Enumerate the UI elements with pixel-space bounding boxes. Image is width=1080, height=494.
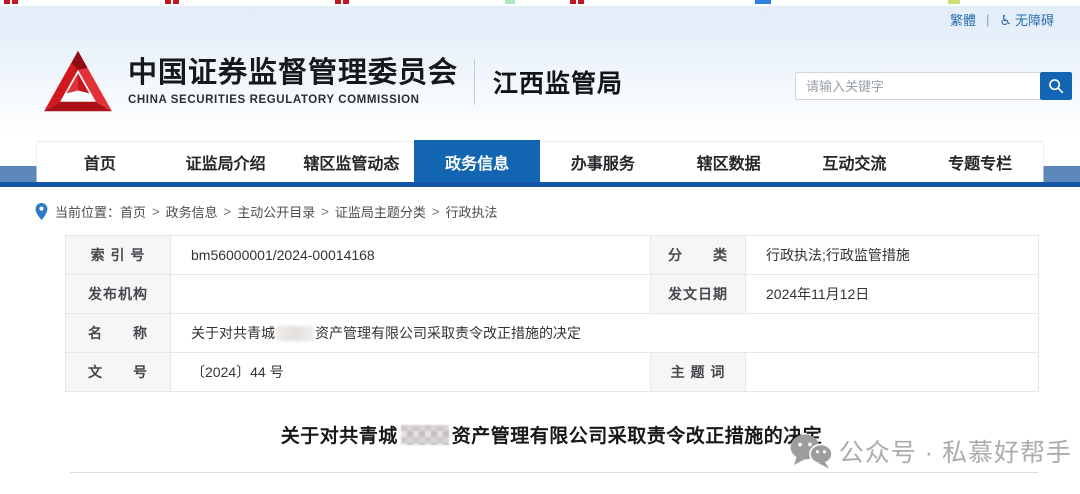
tab-favicon-artifact (335, 0, 341, 4)
breadcrumb-open-directory[interactable]: 主动公开目录 (237, 202, 315, 221)
table-row: 名 称 关于对共青城 资产管理有限公司采取责令改正措施的决定 (65, 313, 1039, 353)
csrc-jiangxi-page: { "top_bar": { "traditional": "繁體", "sep… (0, 0, 1080, 494)
document-number-label: 文 号 (65, 352, 171, 392)
breadcrumb-topic-category[interactable]: 证监局主题分类 (335, 202, 426, 221)
search-icon (1049, 79, 1064, 94)
content-divider (70, 472, 1038, 473)
wheelchair-icon: ♿ (999, 11, 1012, 28)
redaction-blur (276, 326, 314, 341)
issue-date-value: 2024年11月12日 (745, 274, 1039, 314)
breadcrumb-separator: > (431, 203, 440, 219)
redaction-mosaic (400, 425, 449, 445)
main-navigation: 首页 证监局介绍 辖区监管动态 政务信息 办事服务 辖区数据 互动交流 专题专栏 (0, 140, 1080, 187)
nav-item-special-topics[interactable]: 专题专栏 (917, 142, 1043, 182)
org-title-block: 中国证券监督管理委员会 CHINA SECURITIES REGULATORY … (128, 56, 459, 107)
breadcrumb-separator: > (223, 203, 232, 219)
document-name-value: 关于对共青城 资产管理有限公司采取责令改正措施的决定 (170, 313, 1039, 353)
breadcrumb-admin-enforcement[interactable]: 行政执法 (445, 202, 497, 221)
tab-favicon-artifact (505, 0, 515, 4)
issuing-agency-value (170, 274, 651, 314)
traditional-chinese-link[interactable]: 繁體 (950, 10, 976, 29)
index-number-value: bm56000001/2024-00014168 (170, 235, 651, 275)
breadcrumb: 当前位置： 首页 > 政务信息 > 主动公开目录 > 证监局主题分类 > 行政执… (0, 187, 1080, 235)
tab-favicon-artifact (570, 0, 576, 4)
utility-divider: | (986, 11, 990, 27)
search-box (795, 72, 1072, 100)
nav-item-bureau-intro[interactable]: 证监局介绍 (163, 142, 289, 182)
nav-item-home[interactable]: 首页 (37, 142, 163, 182)
category-label: 分 类 (650, 235, 746, 275)
document-name-label: 名 称 (65, 313, 171, 353)
article-title: 关于对共青城 资产管理有限公司采取责令改正措施的决定 (280, 425, 823, 447)
category-value: 行政执法;行政监管措施 (745, 235, 1039, 275)
utility-bar: 繁體 | ♿ 无障碍 (0, 6, 1080, 32)
article-body: 关于对共青城 资产管理有限公司采取责令改正措施的决定 (65, 421, 1038, 448)
breadcrumb-prefix: 当前位置： (55, 204, 121, 220)
header-divider (474, 59, 476, 105)
document-number-value: 〔2024〕44 号 (170, 352, 651, 392)
accessibility-link[interactable]: ♿ 无障碍 (999, 10, 1054, 29)
breadcrumb-separator: > (152, 203, 160, 219)
site-header: 繁體 | ♿ 无障碍 中国证券监督管理委员会 CHINA SECURITIES R… (0, 6, 1080, 140)
issue-date-label: 发文日期 (650, 274, 746, 314)
bureau-name: 江西监管局 (493, 70, 624, 98)
tab-favicon-artifact (578, 0, 584, 4)
nav-item-government-info[interactable]: 政务信息 (414, 140, 540, 184)
nav-item-services[interactable]: 办事服务 (540, 142, 666, 182)
issuing-agency-label: 发布机构 (65, 274, 171, 314)
tab-favicon-artifact (165, 0, 171, 4)
csrc-logo-icon (44, 50, 112, 112)
org-name-en: CHINA SECURITIES REGULATORY COMMISSION (128, 94, 420, 107)
tab-favicon-artifact (755, 0, 771, 4)
nav-item-interaction[interactable]: 互动交流 (792, 142, 918, 182)
tab-favicon-artifact (173, 0, 179, 4)
search-button[interactable] (1040, 72, 1072, 100)
tab-favicon-artifact (948, 0, 960, 4)
tab-favicon-artifact (12, 0, 18, 4)
nav-item-regional-updates[interactable]: 辖区监管动态 (289, 142, 415, 182)
keywords-value (745, 352, 1039, 392)
org-name-cn: 中国证券监督管理委员会 (128, 56, 459, 89)
table-row: 发布机构 发文日期 2024年11月12日 (65, 274, 1039, 314)
breadcrumb-government-info[interactable]: 政务信息 (166, 202, 218, 221)
nav-bar: 首页 证监局介绍 辖区监管动态 政务信息 办事服务 辖区数据 互动交流 专题专栏 (37, 140, 1043, 184)
table-row: 索 引 号 bm56000001/2024-00014168 分 类 行政执法;… (65, 235, 1039, 275)
tab-favicon-artifact (4, 0, 10, 4)
document-meta-table: 索 引 号 bm56000001/2024-00014168 分 类 行政执法;… (65, 235, 1039, 392)
breadcrumb-home[interactable]: 首页 (120, 202, 146, 221)
breadcrumb-separator: > (321, 203, 329, 219)
location-pin-icon (35, 202, 48, 220)
masthead: 中国证券监督管理委员会 CHINA SECURITIES REGULATORY … (0, 32, 1080, 132)
keywords-label: 主 题 词 (650, 352, 746, 392)
nav-item-regional-data[interactable]: 辖区数据 (666, 142, 792, 182)
nav-bottom-strip (0, 182, 1080, 187)
tab-favicon-artifact (343, 0, 349, 4)
index-number-label: 索 引 号 (65, 235, 171, 275)
search-input[interactable] (795, 72, 1040, 100)
table-row: 文 号 〔2024〕44 号 主 题 词 (65, 352, 1039, 392)
